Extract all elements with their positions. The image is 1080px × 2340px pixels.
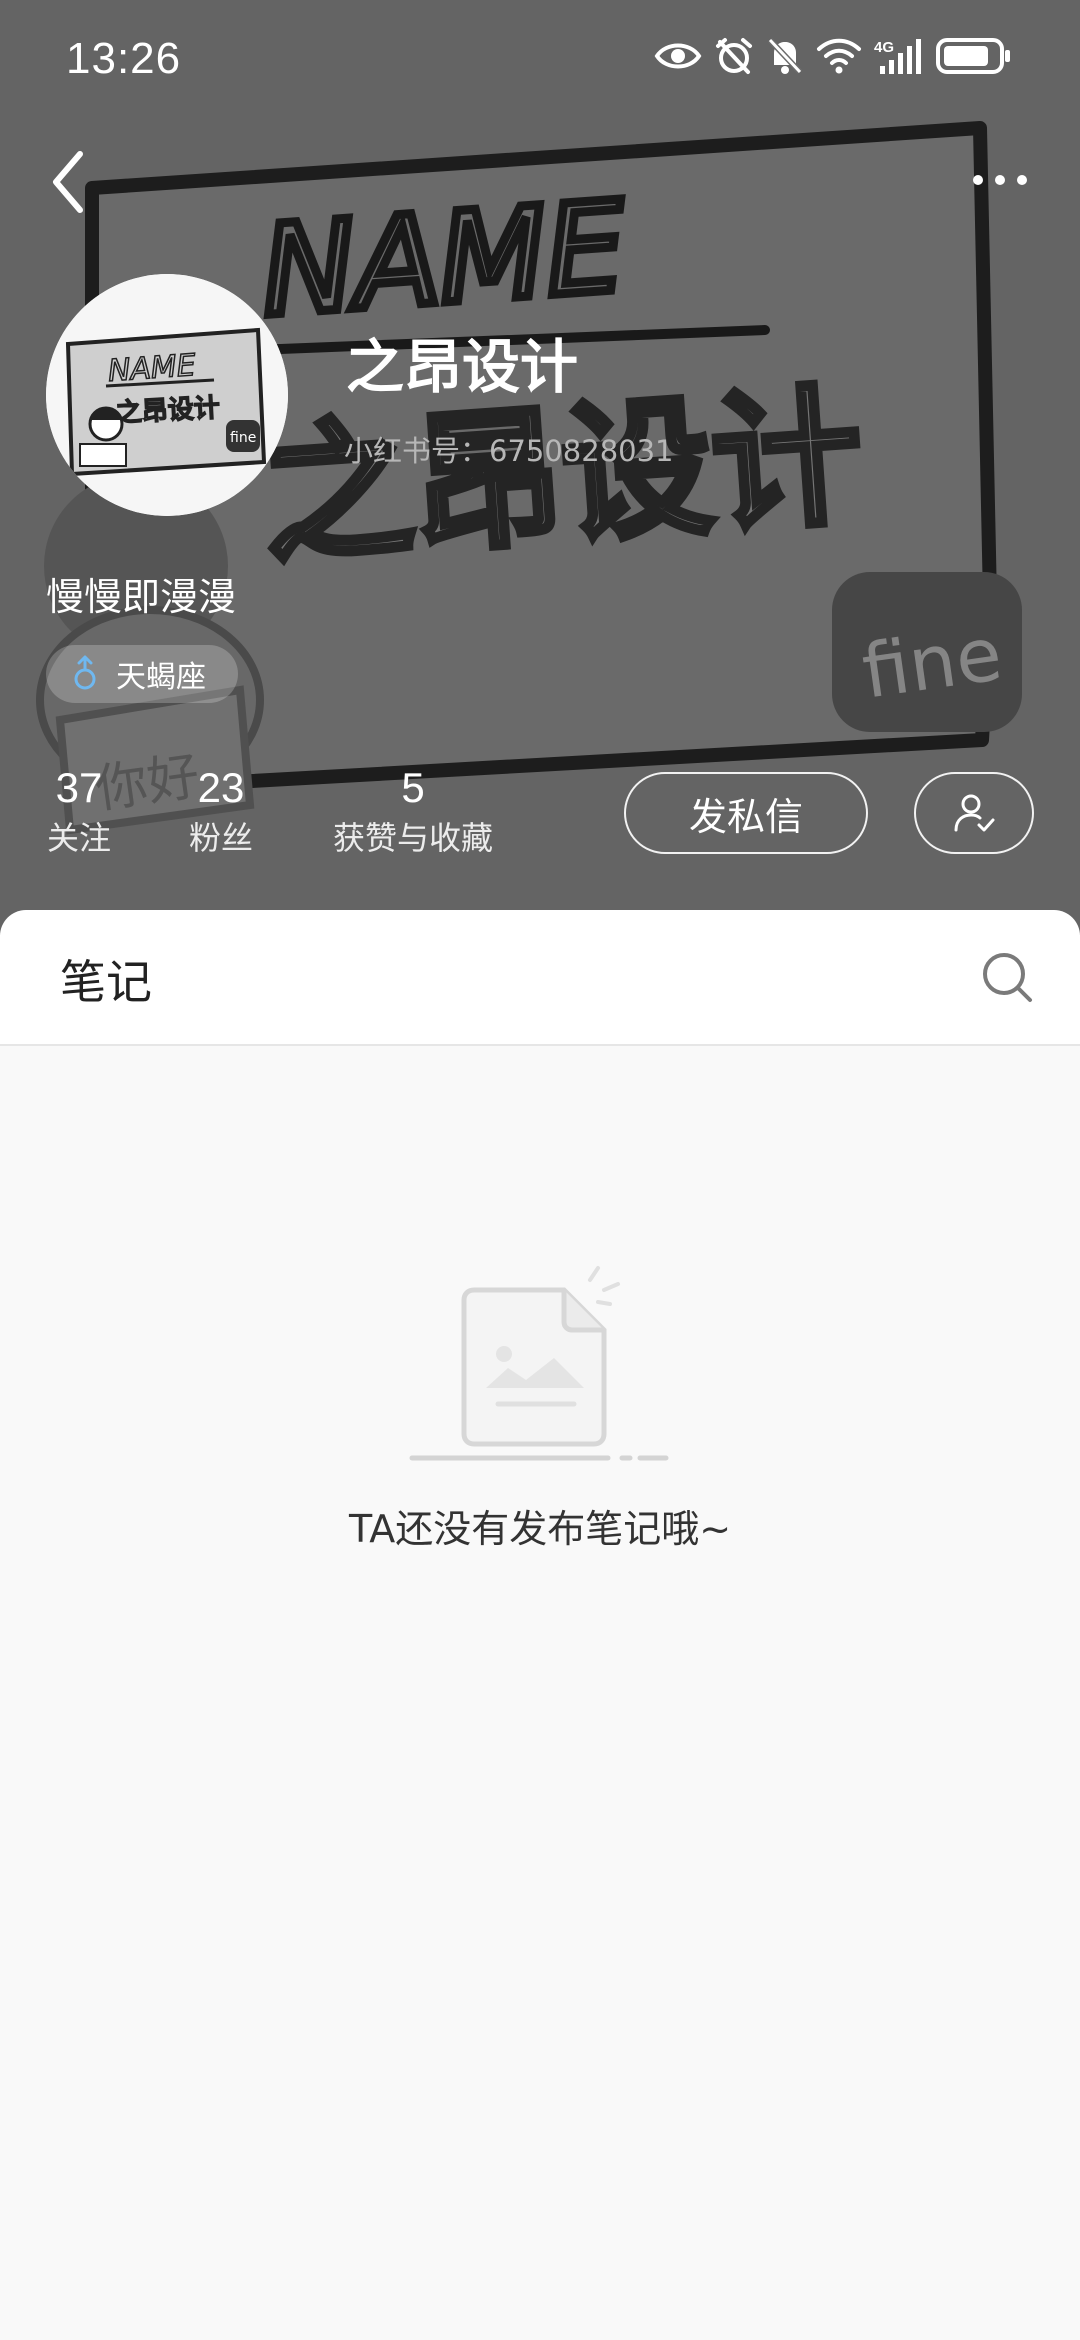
- stat-value: 23: [197, 764, 245, 811]
- stat-value: 37: [55, 764, 103, 811]
- empty-state-message: TA还没有发布笔记哦~: [348, 1507, 732, 1551]
- status-time: 13:26: [66, 34, 182, 83]
- signal-4g-icon: 4G: [874, 39, 921, 74]
- search-icon: [983, 953, 1032, 1002]
- bio: 慢慢即漫漫: [46, 575, 237, 619]
- zodiac-tag: 天蝎座: [46, 645, 238, 703]
- avatar-image: NAME 之昂设计 fine: [46, 274, 288, 516]
- user-check-icon: [954, 794, 995, 832]
- more-dots-icon: [973, 175, 1027, 185]
- avatar-badge: fine: [230, 430, 256, 446]
- chevron-left-icon: [53, 151, 83, 213]
- stat-likes-collections[interactable]: 5 获赞与收藏: [330, 760, 496, 860]
- alarm-icon: [716, 38, 752, 74]
- notes-tab-bar: 笔记: [0, 910, 1080, 1046]
- stat-following[interactable]: 37 关注: [44, 760, 114, 860]
- stat-followers[interactable]: 23 粉丝: [186, 760, 256, 860]
- empty-document-icon: [409, 1266, 669, 1461]
- mute-icon: [767, 37, 803, 75]
- battery-icon: [936, 38, 1010, 74]
- stat-label: 关注: [46, 819, 111, 857]
- empty-state-illustration: [404, 1262, 674, 1466]
- stat-label: 粉丝: [188, 819, 253, 857]
- username: 之昂设计: [346, 333, 579, 401]
- eye-icon: [654, 43, 702, 69]
- stat-value: 5: [401, 764, 425, 811]
- tab-notes[interactable]: 笔记: [60, 946, 152, 1012]
- status-icons: 4G: [654, 36, 1012, 76]
- more-button[interactable]: [960, 150, 1040, 210]
- send-message-button[interactable]: 发私信: [624, 772, 868, 854]
- status-bar: 13:26 4G: [0, 0, 1080, 120]
- zodiac-label: 天蝎座: [116, 660, 206, 695]
- avatar-title: 之昂设计: [115, 392, 220, 428]
- stat-label: 获赞与收藏: [332, 819, 493, 857]
- back-button[interactable]: [40, 142, 100, 222]
- network-type-label: 4G: [874, 39, 894, 56]
- avatar[interactable]: NAME 之昂设计 fine: [46, 274, 288, 516]
- user-id[interactable]: 小红书号：6750828031: [344, 428, 674, 470]
- notes-search-button[interactable]: [978, 948, 1036, 1006]
- wifi-icon: [817, 38, 861, 74]
- male-icon: [74, 655, 96, 690]
- follow-button[interactable]: [914, 772, 1034, 854]
